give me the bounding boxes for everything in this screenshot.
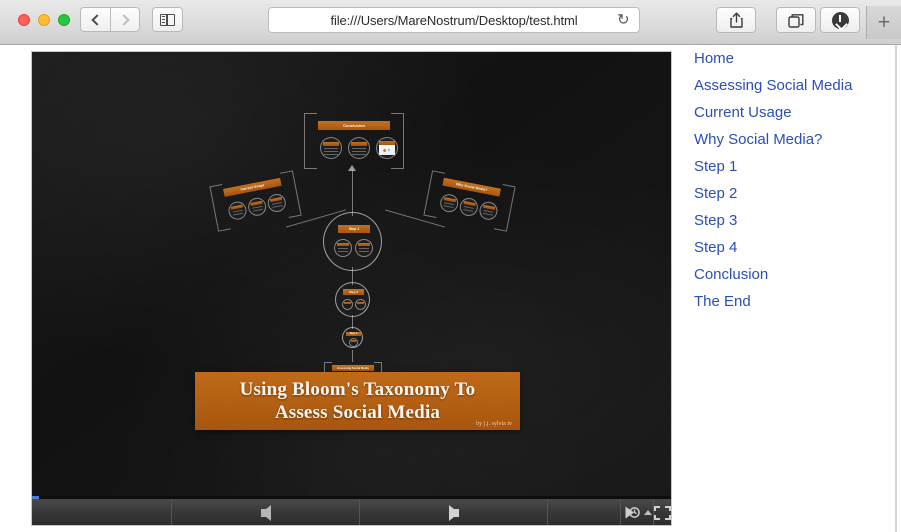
prezi-subnode[interactable]: [348, 137, 370, 159]
nav-link-step-1[interactable]: Step 1: [694, 153, 894, 180]
page-content: Conclusion Current Usage Why Social Medi…: [0, 45, 901, 532]
prezi-subnode-image[interactable]: [376, 137, 398, 159]
forward-button[interactable]: [110, 7, 140, 32]
sidebar-toggle-button[interactable]: [152, 7, 183, 32]
close-window-button[interactable]: [18, 14, 30, 26]
nav-link-the-end[interactable]: The End: [694, 288, 894, 315]
nav-link-conclusion[interactable]: Conclusion: [694, 261, 894, 288]
page-nav-list: Home Assessing Social Media Current Usag…: [694, 45, 894, 315]
nav-link-step-2[interactable]: Step 2: [694, 180, 894, 207]
prezi-node-label: Step 3: [346, 332, 361, 336]
nav-link-assessing-social-media[interactable]: Assessing Social Media: [694, 72, 894, 99]
prezi-node-label: Conclusion: [318, 121, 390, 130]
chevron-right-icon: [117, 13, 130, 26]
prezi-embed[interactable]: Conclusion Current Usage Why Social Medi…: [31, 51, 672, 526]
nav-link-home[interactable]: Home: [694, 45, 894, 72]
downloads-button[interactable]: [820, 7, 860, 33]
prezi-node-left-frame[interactable]: Current Usage: [209, 170, 302, 232]
downloads-icon: [831, 11, 849, 29]
prezi-node-chain-3[interactable]: Step 3: [342, 327, 363, 348]
prezi-fullscreen-button[interactable]: [654, 499, 671, 525]
prezi-canvas[interactable]: Conclusion Current Usage Why Social Medi…: [32, 52, 671, 500]
presentation-title-banner[interactable]: Using Bloom's Taxonomy To Assess Social …: [195, 372, 520, 430]
presentation-title: Using Bloom's Taxonomy To Assess Social …: [240, 378, 476, 424]
show-all-tabs-button[interactable]: [776, 7, 816, 33]
nav-link-current-usage[interactable]: Current Usage: [694, 99, 894, 126]
fullscreen-icon: [654, 505, 671, 520]
window-traffic-lights: [18, 14, 70, 26]
window-right-edge: [895, 45, 897, 532]
chevron-left-icon: [91, 13, 103, 26]
prezi-node-top-frame[interactable]: Conclusion: [304, 113, 404, 169]
prezi-subnode[interactable]: [355, 239, 373, 257]
nav-link-step-4[interactable]: Step 4: [694, 234, 894, 261]
connector-line: [352, 350, 353, 362]
presentation-title-line-1: Using Bloom's Taxonomy To: [239, 379, 476, 400]
prezi-node-label: Step 2: [343, 289, 364, 295]
browser-window: file:///Users/MareNostrum/Desktop/test.h…: [0, 0, 901, 532]
address-bar-url: file:///Users/MareNostrum/Desktop/test.h…: [330, 12, 578, 28]
connector-arrow-icon: [348, 165, 356, 171]
reload-icon[interactable]: ↻: [617, 13, 630, 28]
prezi-node-label: Assessing Social Media: [332, 365, 374, 371]
prezi-node-label: Step 1: [338, 225, 370, 233]
presentation-byline: by j.j. sylvia iv: [476, 421, 512, 427]
prezi-node-chain-2[interactable]: Step 2: [335, 282, 370, 317]
prezi-node-center[interactable]: Step 1: [323, 212, 382, 271]
connector-line: [352, 170, 353, 216]
share-button[interactable]: [716, 7, 756, 33]
player-segment: [32, 499, 172, 525]
address-bar[interactable]: file:///Users/MareNostrum/Desktop/test.h…: [268, 7, 640, 33]
prezi-player-bar: [32, 496, 671, 525]
share-icon: [729, 12, 743, 28]
zoom-window-button[interactable]: [58, 14, 70, 26]
prezi-subnode[interactable]: [334, 239, 352, 257]
prezi-subnode[interactable]: [320, 137, 342, 159]
prezi-node-right-frame[interactable]: Why Social Media?: [423, 170, 516, 232]
presentation-title-line-2: Assess Social Media: [274, 402, 441, 423]
new-tab-button[interactable]: +: [866, 6, 901, 39]
minimize-window-button[interactable]: [38, 14, 50, 26]
prezi-subnode[interactable]: [355, 299, 366, 310]
prezi-subnode[interactable]: [349, 338, 358, 347]
sidebar-toggle-icon: [160, 13, 175, 26]
back-button[interactable]: [80, 7, 110, 32]
show-all-tabs-icon: [788, 13, 804, 28]
browser-toolbar: file:///Users/MareNostrum/Desktop/test.h…: [0, 0, 901, 45]
nav-link-why-social-media[interactable]: Why Social Media?: [694, 126, 894, 153]
nav-link-step-3[interactable]: Step 3: [694, 207, 894, 234]
prezi-subnode[interactable]: [342, 299, 353, 310]
